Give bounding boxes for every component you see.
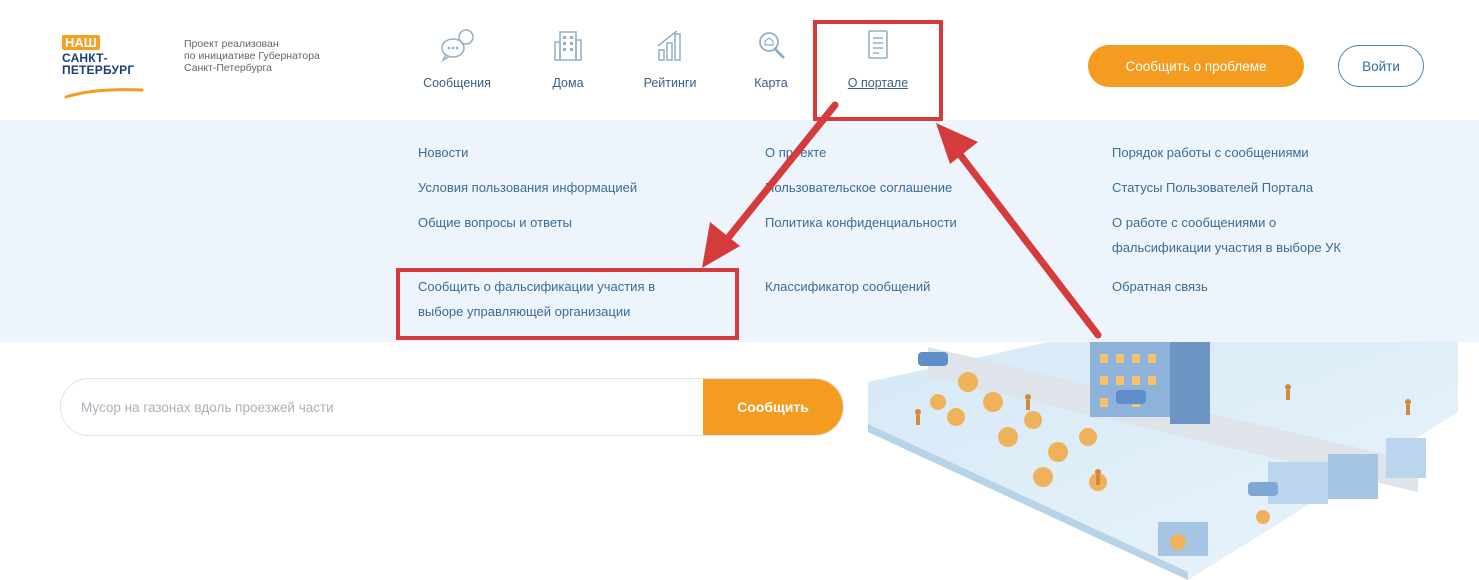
login-button[interactable]: Войти: [1338, 45, 1424, 87]
nav-houses[interactable]: Дома: [542, 28, 594, 98]
menu-link-feedback[interactable]: Обратная связь: [1112, 274, 1208, 299]
bar-chart-icon: [657, 30, 681, 61]
city-illustration: [868, 342, 1458, 580]
menu-link-about-project[interactable]: О проекте: [765, 140, 826, 165]
report-search-input[interactable]: [61, 379, 705, 435]
magnifier-icon: [759, 32, 785, 59]
menu-link-faq[interactable]: Общие вопросы и ответы: [418, 210, 572, 235]
menu-link-news[interactable]: Новости: [418, 140, 468, 165]
site-header: НАШ САНКТ- ПЕТЕРБУРГ Проект реализован п…: [0, 0, 1479, 120]
project-note-line3: Санкт-Петербурга: [184, 62, 272, 74]
project-note-line1: Проект реализован: [184, 38, 279, 50]
about-dropdown-menu: Новости Условия пользования информацией …: [0, 120, 1479, 342]
menu-link-falsification-handling-line1[interactable]: О работе с сообщениями о: [1112, 210, 1276, 235]
highlight-box-about-portal: [813, 20, 943, 121]
speech-bubbles-icon: [440, 29, 474, 62]
nav-ratings[interactable]: Рейтинги: [630, 28, 710, 98]
logo-swoosh-icon: [64, 88, 144, 99]
menu-link-message-classifier[interactable]: Классификатор сообщений: [765, 274, 930, 299]
nav-messages[interactable]: Сообщения: [414, 28, 500, 98]
report-search-bar: Сообщить: [60, 378, 844, 436]
report-problem-button[interactable]: Сообщить о проблеме: [1088, 45, 1304, 87]
site-logo[interactable]: НАШ САНКТ- ПЕТЕРБУРГ: [62, 34, 152, 102]
project-note-line2: по инициативе Губернатора: [184, 50, 320, 62]
tall-building: [1090, 342, 1210, 424]
send-report-button[interactable]: Сообщить: [703, 379, 843, 435]
nav-map[interactable]: Карта: [744, 28, 798, 98]
menu-link-privacy-policy[interactable]: Политика конфиденциальности: [765, 210, 957, 235]
logo-peterburg: ПЕТЕРБУРГ: [62, 63, 135, 77]
project-note: Проект реализован по инициативе Губернат…: [184, 38, 320, 74]
menu-link-falsification-handling-line2[interactable]: фальсификации участия в выборе УК: [1112, 235, 1341, 260]
menu-link-terms-of-info-use[interactable]: Условия пользования информацией: [418, 175, 637, 200]
nav-houses-label: Дома: [552, 76, 584, 90]
nav-ratings-label: Рейтинги: [643, 76, 697, 90]
nav-map-label: Карта: [754, 76, 788, 90]
nav-messages-label: Сообщения: [423, 76, 491, 90]
highlight-box-report-falsification: [396, 268, 739, 340]
logo-nash: НАШ: [62, 35, 100, 50]
menu-link-user-agreement[interactable]: Пользовательское соглашение: [765, 175, 952, 200]
menu-link-message-procedure[interactable]: Порядок работы с сообщениями: [1112, 140, 1309, 165]
menu-link-user-statuses[interactable]: Статусы Пользователей Портала: [1112, 175, 1313, 200]
building-icon: [554, 31, 582, 61]
